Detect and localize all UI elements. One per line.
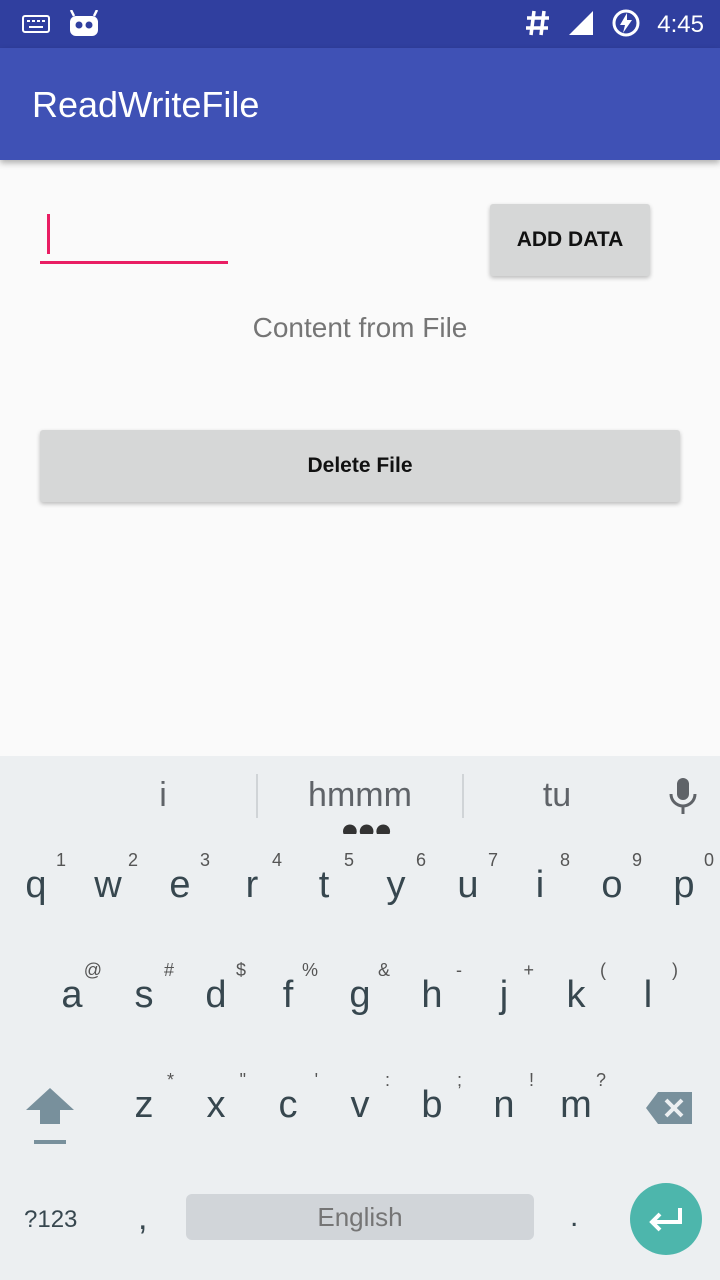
hash-icon — [525, 9, 551, 41]
key-z[interactable]: * z — [108, 1054, 180, 1162]
period-key[interactable]: . — [570, 1200, 578, 1234]
key-e[interactable]: 3e — [144, 834, 216, 942]
key-i[interactable]: 8i — [504, 834, 576, 942]
space-bar[interactable]: English — [186, 1194, 534, 1240]
key-label: f — [282, 974, 294, 1016]
symbols-key[interactable]: ?123 — [24, 1206, 77, 1234]
key-o[interactable]: 9o — [576, 834, 648, 942]
key-v[interactable]: :v — [324, 1054, 396, 1162]
key-h[interactable]: -h — [396, 944, 468, 1052]
android-icon — [68, 9, 100, 42]
enter-arrow-icon — [649, 1208, 682, 1232]
backspace-icon — [646, 1092, 692, 1124]
key-label: v — [350, 1084, 370, 1126]
key-label: c — [278, 1084, 298, 1126]
key-label: w — [94, 864, 122, 906]
key-l[interactable]: ) l — [612, 944, 684, 1052]
key-x[interactable]: " x — [180, 1054, 252, 1162]
clock: 4:45 — [657, 11, 704, 38]
key-label: o — [601, 864, 623, 906]
key-g[interactable]: & g — [324, 944, 396, 1052]
delete-file-button[interactable]: Delete File — [40, 430, 680, 502]
suggestion-divider — [256, 774, 258, 818]
key-label: u — [457, 864, 479, 906]
key-label: p — [673, 864, 695, 906]
key-m[interactable]: ? m — [540, 1054, 612, 1162]
status-bar: 4:45 — [0, 0, 720, 48]
key-n[interactable]: ! n — [468, 1054, 540, 1162]
key-p[interactable]: 0p — [648, 834, 720, 942]
key-q[interactable]: 1q — [0, 834, 72, 942]
suggestion-right[interactable]: tu — [494, 776, 620, 815]
data-input[interactable] — [40, 204, 228, 264]
enter-key[interactable] — [630, 1183, 702, 1255]
suggestion-strip: i hmmm tu ●●● — [0, 756, 720, 841]
battery-charging-icon — [611, 8, 641, 42]
key-label: d — [205, 974, 227, 1016]
key-label: r — [245, 864, 259, 906]
key-label: b — [421, 1084, 443, 1126]
comma-key[interactable]: , — [138, 1199, 147, 1238]
suggestion-divider — [462, 774, 464, 818]
key-label: g — [349, 974, 371, 1016]
microphone-icon[interactable] — [666, 776, 700, 820]
main-content: ADD DATA Content from File Delete File — [0, 160, 720, 756]
key-w[interactable]: 2w — [72, 834, 144, 942]
key-label: z — [134, 1084, 154, 1126]
key-k[interactable]: (k — [540, 944, 612, 1052]
key-label: y — [386, 864, 406, 906]
signal-icon — [567, 9, 595, 41]
key-d[interactable]: $ d — [180, 944, 252, 1052]
key-label: t — [318, 864, 330, 906]
key-label: l — [643, 974, 653, 1016]
key-label: s — [134, 974, 154, 1016]
key-label: k — [566, 974, 586, 1016]
shift-key[interactable] — [24, 1084, 76, 1154]
key-label: h — [421, 974, 443, 1016]
key-y[interactable]: 6y — [360, 834, 432, 942]
shift-arrow-icon — [26, 1088, 74, 1144]
suggestion-left[interactable]: i — [100, 776, 226, 815]
key-label: e — [169, 864, 191, 906]
key-t[interactable]: 5t — [288, 834, 360, 942]
file-content-label: Content from File — [252, 312, 468, 343]
key-f[interactable]: % f — [252, 944, 324, 1052]
app-title: ReadWriteFile — [32, 84, 260, 125]
backspace-key[interactable] — [644, 1090, 694, 1126]
app-bar: ReadWriteFile — [0, 48, 720, 160]
add-data-button[interactable]: ADD DATA — [490, 204, 650, 276]
text-cursor — [47, 214, 50, 254]
key-a[interactable]: @ a — [36, 944, 108, 1052]
key-r[interactable]: 4r — [216, 834, 288, 942]
keyboard: 1q 2w 3e 4r 5t 6y 7u 8i 9o 0p @ a # s $ d %… — [0, 834, 720, 1280]
key-label: m — [560, 1084, 592, 1126]
keyboard-icon — [22, 14, 50, 38]
key-c[interactable]: ' c — [252, 1054, 324, 1162]
key-label: j — [499, 974, 509, 1016]
key-j[interactable]: + j — [468, 944, 540, 1052]
key-s[interactable]: # s — [108, 944, 180, 1052]
key-label: i — [535, 864, 545, 906]
key-label: n — [493, 1084, 515, 1126]
key-label: q — [25, 864, 47, 906]
key-label: a — [61, 974, 83, 1016]
key-b[interactable]: ; b — [396, 1054, 468, 1162]
key-label: x — [206, 1084, 226, 1126]
key-u[interactable]: 7u — [432, 834, 504, 942]
suggestion-center[interactable]: hmmm — [280, 776, 440, 815]
